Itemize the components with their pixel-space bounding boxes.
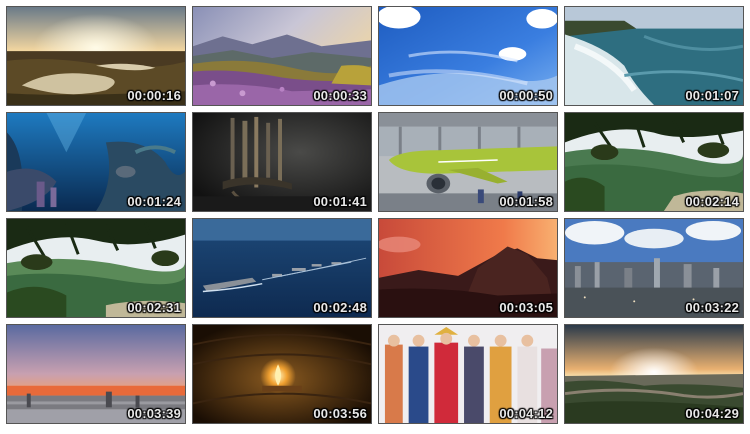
timestamp-label: 00:03:05	[499, 300, 553, 315]
thumbnail-7[interactable]: 00:01:58	[378, 112, 558, 212]
timestamp-label: 00:04:12	[499, 406, 553, 421]
thumbnail-2[interactable]: 00:00:33	[192, 6, 372, 106]
thumbnail-grid: 00:00:16 00:00:33 00:00:50 00:01:07 00:0…	[6, 6, 744, 426]
timestamp-label: 00:03:56	[313, 406, 367, 421]
timestamp-label: 00:03:39	[127, 406, 181, 421]
timestamp-label: 00:02:14	[685, 194, 739, 209]
timestamp-label: 00:01:24	[127, 194, 181, 209]
timestamp-label: 00:04:29	[685, 406, 739, 421]
thumbnail-15[interactable]: 00:04:12	[378, 324, 558, 424]
thumbnail-11[interactable]: 00:03:05	[378, 218, 558, 318]
thumbnail-14[interactable]: 00:03:56	[192, 324, 372, 424]
thumbnail-12[interactable]: 00:03:22	[564, 218, 744, 318]
thumbnail-13[interactable]: 00:03:39	[6, 324, 186, 424]
thumbnail-6[interactable]: 00:01:41	[192, 112, 372, 212]
thumbnail-8[interactable]: 00:02:14	[564, 112, 744, 212]
timestamp-label: 00:01:58	[499, 194, 553, 209]
timestamp-label: 00:02:48	[313, 300, 367, 315]
thumbnail-3[interactable]: 00:00:50	[378, 6, 558, 106]
thumbnail-10[interactable]: 00:02:48	[192, 218, 372, 318]
timestamp-label: 00:03:22	[685, 300, 739, 315]
thumbnail-16[interactable]: 00:04:29	[564, 324, 744, 424]
timestamp-label: 00:00:33	[313, 88, 367, 103]
thumbnail-9[interactable]: 00:02:31	[6, 218, 186, 318]
timestamp-label: 00:02:31	[127, 300, 181, 315]
timestamp-label: 00:01:07	[685, 88, 739, 103]
thumbnail-4[interactable]: 00:01:07	[564, 6, 744, 106]
thumbnail-1[interactable]: 00:00:16	[6, 6, 186, 106]
timestamp-label: 00:01:41	[313, 194, 367, 209]
timestamp-label: 00:00:50	[499, 88, 553, 103]
thumbnail-5[interactable]: 00:01:24	[6, 112, 186, 212]
timestamp-label: 00:00:16	[127, 88, 181, 103]
